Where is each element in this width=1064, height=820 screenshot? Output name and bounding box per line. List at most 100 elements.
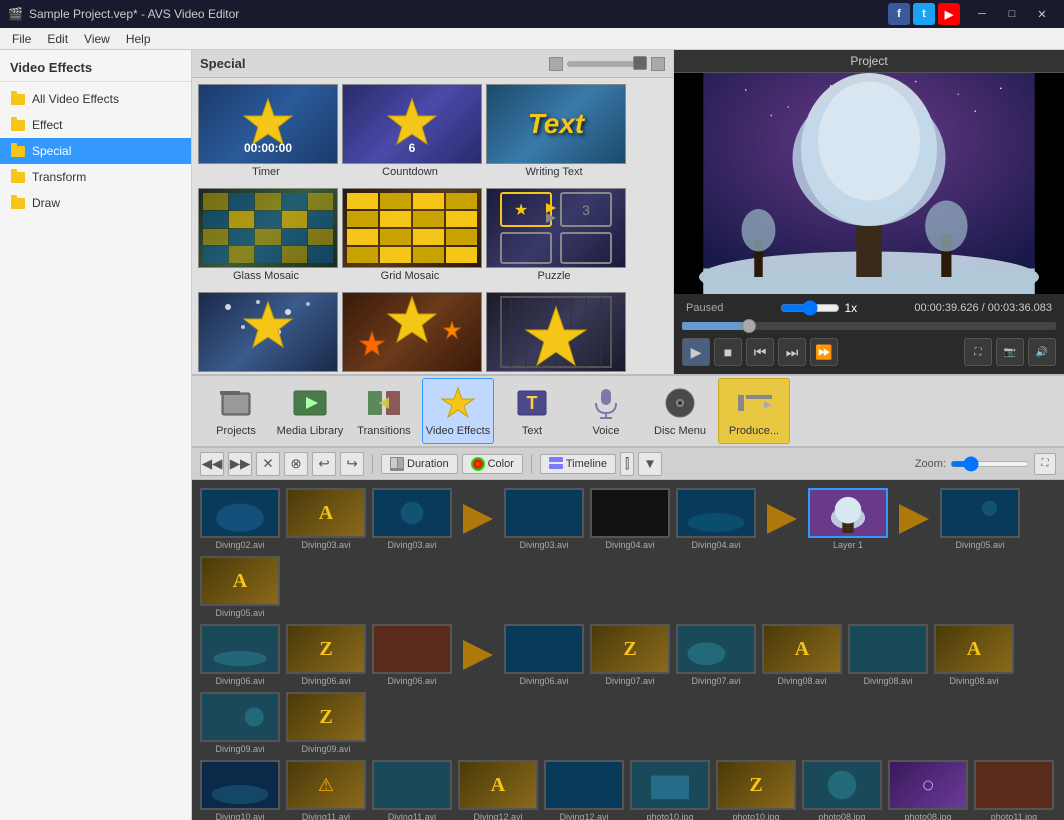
timeline-item-layer1[interactable]: Layer 1	[808, 488, 888, 550]
transition-arrow-2[interactable]	[762, 494, 802, 544]
sidebar-item-all[interactable]: All Video Effects	[0, 86, 191, 112]
tl-diving06-coral[interactable]: Diving06.avi	[372, 624, 452, 686]
play-button[interactable]: ▶	[682, 338, 710, 366]
track-options-button[interactable]: ▼	[638, 452, 661, 476]
tl-redo-button[interactable]: ↪	[340, 452, 364, 476]
tl-photo08[interactable]: photo08.jpg	[802, 760, 882, 820]
forward-button[interactable]: ⏩	[810, 338, 838, 366]
tool-projects[interactable]: Projects	[200, 378, 272, 444]
tl-diving07-label: Diving07.avi	[691, 676, 740, 686]
preview-panel: Project	[674, 50, 1064, 374]
waveform-button[interactable]: ⫿	[620, 452, 634, 476]
tool-disc-label: Disc Menu	[654, 425, 706, 437]
twitter-icon[interactable]: t	[913, 3, 935, 25]
effect-timer[interactable]: 00:00:00 Timer	[196, 82, 336, 182]
tl-diving06-teal[interactable]: Diving06.avi	[200, 624, 280, 686]
menu-file[interactable]: File	[4, 30, 39, 48]
timeline-item-diving04-dark[interactable]: Diving04.avi	[590, 488, 670, 550]
timeline-item-diving03-b[interactable]: Diving03.avi	[372, 488, 452, 550]
minimize-button[interactable]: ─	[968, 3, 996, 25]
stop-button[interactable]: ■	[714, 338, 742, 366]
effect-writing-label: Writing Text	[486, 164, 622, 180]
thumb-diving07	[676, 624, 756, 674]
tl-diving10-label: Diving10.avi	[215, 812, 264, 820]
effect-grid-mosaic[interactable]: Grid Mosaic	[340, 186, 480, 286]
speed-slider[interactable]	[780, 300, 840, 316]
facebook-icon[interactable]: f	[888, 3, 910, 25]
volume-button[interactable]: 🔊	[1028, 338, 1056, 366]
tl-diving07[interactable]: Diving07.avi	[676, 624, 756, 686]
timeline-item-diving03-c[interactable]: Diving03.avi	[504, 488, 584, 550]
tl-diving06-z[interactable]: Z Diving06.avi	[286, 624, 366, 686]
sidebar-item-transform[interactable]: Transform	[0, 164, 191, 190]
effect-snow[interactable]: Snow	[196, 290, 336, 374]
fullscreen-button[interactable]: ⛶	[964, 338, 992, 366]
tl-delete-button[interactable]: ✕	[256, 452, 280, 476]
effect-canvas[interactable]: Canvas	[484, 290, 624, 374]
effect-glass-mosaic[interactable]: Glass Mosaic	[196, 186, 336, 286]
zoom-slider[interactable]	[950, 461, 1030, 467]
tl-undo-button[interactable]: ↩	[312, 452, 336, 476]
tl-diving10[interactable]: Diving10.avi	[200, 760, 280, 820]
maximize-button[interactable]: □	[998, 3, 1026, 25]
tl-photo08-o[interactable]: ○ photo08.jpg	[888, 760, 968, 820]
tl-forward-button[interactable]: ▶▶	[228, 452, 252, 476]
effect-particles-thumb	[342, 292, 482, 372]
effect-countdown[interactable]: 6 Countdown	[340, 82, 480, 182]
sidebar-item-draw[interactable]: Draw	[0, 190, 191, 216]
menu-view[interactable]: View	[76, 30, 118, 48]
tool-media-library[interactable]: Media Library	[274, 378, 346, 444]
snapshot-button[interactable]: 📷	[996, 338, 1024, 366]
tl-diving07-z[interactable]: Z Diving07.avi	[590, 624, 670, 686]
tl-diving09-z[interactable]: Z Diving09.avi	[286, 692, 366, 754]
tl-diving06-ocean[interactable]: Diving06.avi	[504, 624, 584, 686]
menu-help[interactable]: Help	[118, 30, 159, 48]
transition-arrow-3[interactable]	[894, 494, 934, 544]
tool-text[interactable]: T Text	[496, 378, 568, 444]
timeline-item-diving05[interactable]: Diving05.avi	[940, 488, 1020, 550]
fit-to-window-button[interactable]: ⛶	[1034, 453, 1056, 475]
prev-frame-button[interactable]: ⏮	[746, 338, 774, 366]
tl-diving08[interactable]: Diving08.avi	[848, 624, 928, 686]
menu-edit[interactable]: Edit	[39, 30, 76, 48]
tl-diving12[interactable]: Diving12.avi	[544, 760, 624, 820]
youtube-icon[interactable]: ▶	[938, 3, 960, 25]
color-button[interactable]: Color	[462, 454, 523, 474]
tl-diving08-a2[interactable]: A Diving08.avi	[934, 624, 1014, 686]
close-button[interactable]: ✕	[1028, 3, 1056, 25]
tool-disc-menu[interactable]: Disc Menu	[644, 378, 716, 444]
svg-text:★: ★	[514, 202, 528, 219]
tl-photo10[interactable]: photo10.jpg	[630, 760, 710, 820]
size-slider[interactable]	[567, 61, 647, 67]
sidebar-item-special[interactable]: Special	[0, 138, 191, 164]
tl-diving09[interactable]: Diving09.avi	[200, 692, 280, 754]
transition-arrow-4[interactable]	[458, 630, 498, 680]
tl-photo11[interactable]: photo11.jpg	[974, 760, 1054, 820]
effect-puzzle[interactable]: ★ 3 Puzzle	[484, 186, 624, 286]
thumb-diving02-label: Diving02.avi	[215, 540, 264, 550]
tl-photo10-z[interactable]: Z photo10.jpg	[716, 760, 796, 820]
timeline-item-diving03-a[interactable]: A Diving03.avi	[286, 488, 366, 550]
timeline-item-diving02[interactable]: Diving02.avi	[200, 488, 280, 550]
progress-bar[interactable]	[682, 322, 1056, 330]
timeline-item-diving04-b[interactable]: Diving04.avi	[676, 488, 756, 550]
transition-arrow-1[interactable]	[458, 494, 498, 544]
tl-back-button[interactable]: ◀◀	[200, 452, 224, 476]
sidebar-item-effect[interactable]: Effect	[0, 112, 191, 138]
timeline-view-button[interactable]: Timeline	[540, 454, 616, 474]
tool-produce[interactable]: Produce...	[718, 378, 790, 444]
tool-voice[interactable]: Voice	[570, 378, 642, 444]
tool-transitions[interactable]: Transitions	[348, 378, 420, 444]
effect-writing[interactable]: Text Writing Text	[484, 82, 624, 182]
tl-diving12-a[interactable]: A Diving12.avi	[458, 760, 538, 820]
tl-diving11-warn[interactable]: ⚠ Diving11.avi	[286, 760, 366, 820]
tl-diving11[interactable]: Diving11.avi	[372, 760, 452, 820]
next-frame-button[interactable]: ⏭	[778, 338, 806, 366]
tl-delete-alt-button[interactable]: ⊗	[284, 452, 308, 476]
media-library-icon	[292, 385, 328, 421]
tool-video-effects[interactable]: Video Effects	[422, 378, 494, 444]
duration-button[interactable]: Duration	[381, 454, 458, 474]
effect-particles[interactable]: Particles	[340, 290, 480, 374]
tl-diving08-a[interactable]: A Diving08.avi	[762, 624, 842, 686]
timeline-item-diving05-a[interactable]: A Diving05.avi	[200, 556, 280, 618]
